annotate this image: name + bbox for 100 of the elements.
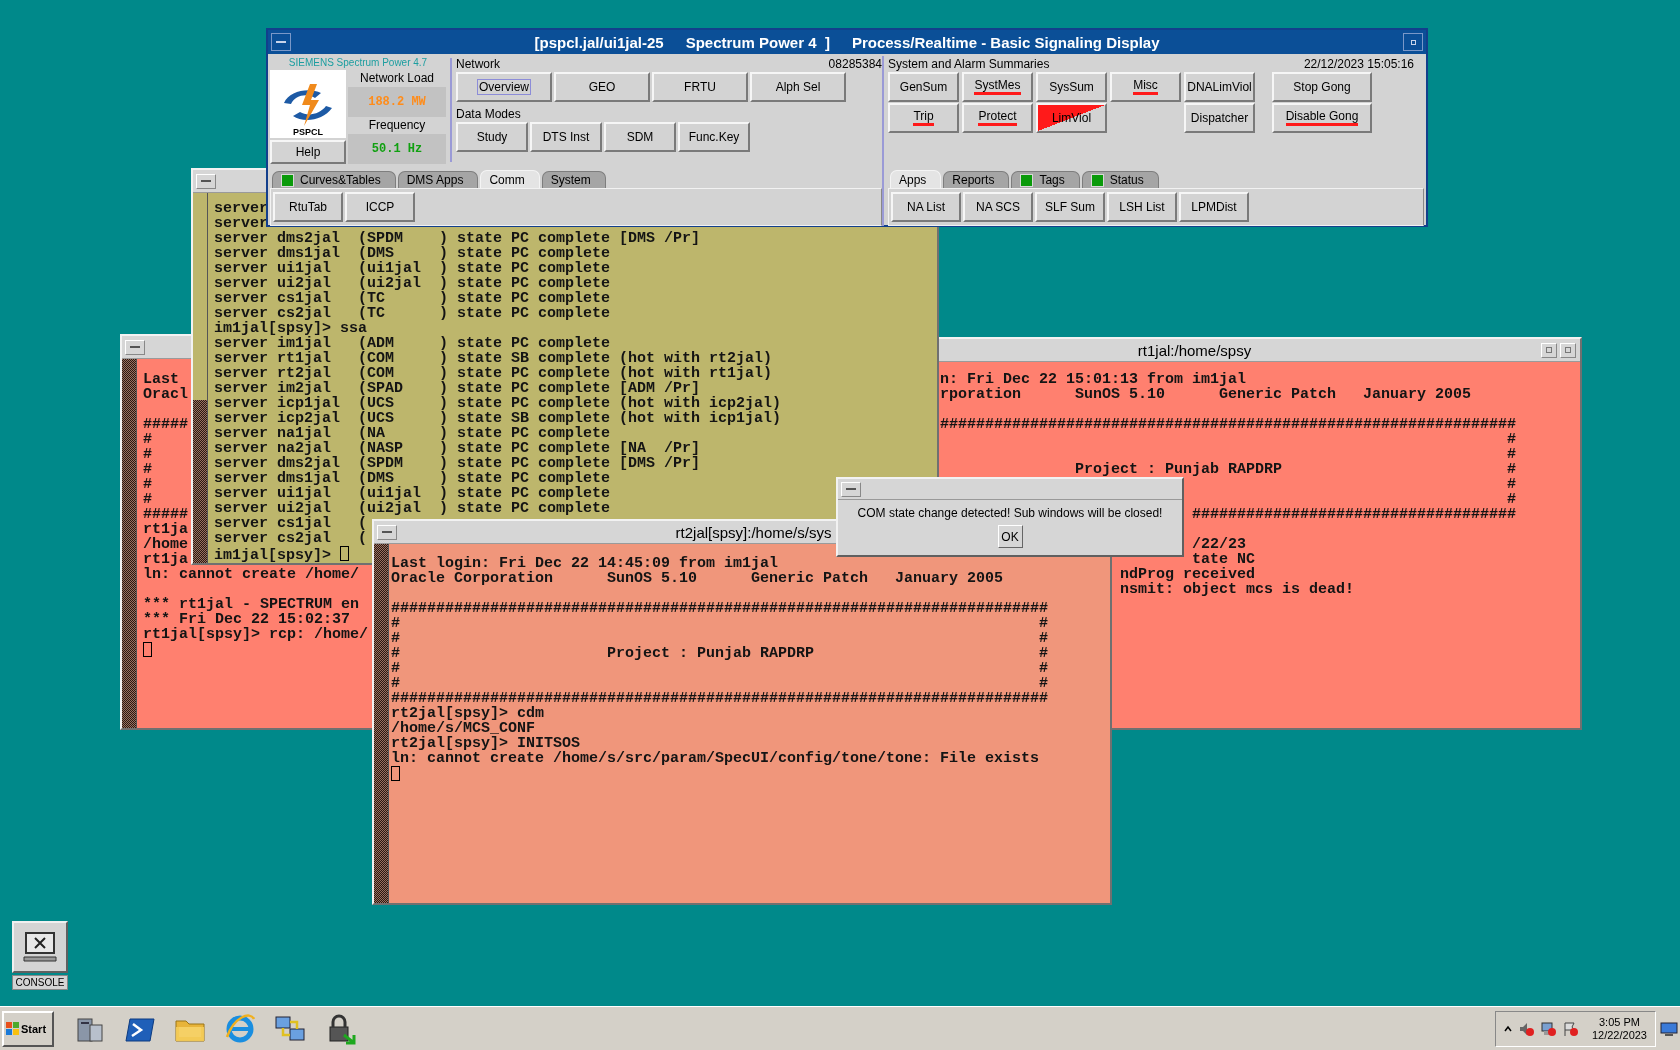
terminal-line: # xyxy=(143,492,152,507)
help-button[interactable]: Help xyxy=(270,140,346,164)
tab[interactable]: Curves&Tables xyxy=(272,171,396,188)
terminal-line: # # xyxy=(391,661,1049,676)
terminal-line: im1jal[spsy]> ssa xyxy=(214,321,368,336)
data-mode-button[interactable]: Func.Key xyxy=(678,122,750,152)
chevron-up-icon[interactable] xyxy=(1503,1024,1512,1033)
start-button[interactable]: Start xyxy=(2,1010,54,1047)
terminal-line: rporation SunOS 5.10 Generic Patch January 2005 xyxy=(940,387,1472,402)
terminal-line: Last xyxy=(143,372,179,387)
terminal-line: # xyxy=(1506,432,1517,447)
terminal-line: server na2jal (NASP ) state PC complete [NA /Pr] xyxy=(214,441,701,456)
terminal-line: ######################################################################### xyxy=(391,691,1049,706)
tab[interactable]: Comm xyxy=(480,170,540,188)
terminal-line: Project : Punjab RAPDRP # xyxy=(1074,462,1517,477)
panel-button[interactable]: LPMDist xyxy=(1179,192,1249,222)
scrollbar[interactable] xyxy=(122,359,137,728)
terminal-line: *** Fri Dec 22 15:02:37 xyxy=(143,612,351,627)
terminal-line: server im1jal (ADM ) state PC complete xyxy=(214,336,611,351)
window-menu-button[interactable] xyxy=(271,33,291,51)
section-label: System and Alarm Summaries xyxy=(888,56,1050,72)
terminal-line: #################################### xyxy=(1192,507,1517,522)
data-mode-button[interactable]: DTS Inst xyxy=(530,122,602,152)
terminal-line: server cs1jal ( xyxy=(214,516,368,531)
alarm-summary-button[interactable]: Trip xyxy=(888,103,959,133)
vendor-label: SIEMENS Spectrum Power 4.7 xyxy=(287,56,429,70)
panel-button[interactable]: SLF Sum xyxy=(1035,192,1105,222)
terminal-line: server icp2jal (UCS ) state SB complete (hot with icp1jal) xyxy=(214,411,782,426)
text-cursor xyxy=(340,546,350,561)
alarm-summary-button[interactable]: Protect xyxy=(962,103,1033,133)
alarm-summary-button[interactable]: SysSum xyxy=(1036,72,1107,102)
window-title: rt1jal:/home/spsy xyxy=(1137,341,1252,359)
flag-error-icon[interactable] xyxy=(1561,1020,1578,1037)
terminal-line: server dms1jal (DMS ) state PC complete xyxy=(214,246,611,261)
terminal-line: ######################################################################### xyxy=(391,601,1049,616)
panel-button[interactable]: ICCP xyxy=(345,192,415,222)
terminal-line: server xyxy=(214,216,268,231)
alarm-summary-button[interactable]: GenSum xyxy=(888,72,959,102)
logo-text: PSPCL xyxy=(293,127,323,137)
show-desktop-icon[interactable] xyxy=(1660,1020,1678,1037)
tab[interactable]: Apps xyxy=(890,170,942,188)
network-button[interactable]: FRTU xyxy=(652,72,748,102)
scrollbar[interactable] xyxy=(374,544,389,903)
terminal-line: /22/23 xyxy=(1192,537,1246,552)
tab[interactable]: Status xyxy=(1081,171,1159,188)
panel-button[interactable]: RtuTab xyxy=(273,192,343,222)
clock[interactable]: 3:05 PM 12/22/2023 xyxy=(1591,1015,1647,1042)
alarm-summary-button[interactable]: Dispatcher xyxy=(1184,103,1255,133)
terminal-line: server ui1jal (ui1jal ) state PC complete xyxy=(214,261,611,276)
ok-button[interactable]: OK xyxy=(997,525,1023,548)
scrollbar[interactable] xyxy=(193,193,208,563)
data-mode-button[interactable]: SDM xyxy=(604,122,676,152)
gong-button[interactable]: Disable Gong xyxy=(1272,103,1372,133)
text-cursor xyxy=(391,766,400,781)
network-button[interactable]: Alph Sel xyxy=(750,72,846,102)
tab[interactable]: Reports xyxy=(943,171,1010,188)
reading-value: 50.1 Hz xyxy=(348,134,446,164)
desktop-shortcut[interactable] xyxy=(12,921,68,973)
terminal-line: im1jal[spsy]> xyxy=(214,548,332,563)
start-flag-icon xyxy=(6,1021,20,1036)
terminal-line: # # xyxy=(391,676,1049,691)
terminal-line: server dms2jal (SPDM ) state PC complete [DMS /Pr] xyxy=(214,456,701,471)
terminal-line: # # xyxy=(391,616,1049,631)
panel-button[interactable]: NA SCS xyxy=(963,192,1033,222)
alarm-summary-button[interactable]: DNALimViol xyxy=(1184,72,1255,102)
alarm-summary-button[interactable]: Misc xyxy=(1110,72,1181,102)
terminal-line: server rt2jal (COM ) state PC complete (hot with rt1jal) xyxy=(214,366,773,381)
terminal-line: Last login: Fri Dec 22 14:45:09 from im1jal xyxy=(391,556,779,571)
terminal-line: server rt1jal (COM ) state SB complete (hot with rt2jal) xyxy=(214,351,773,366)
terminal-line: server cs1jal (TC ) state PC complete xyxy=(214,291,611,306)
terminal-line: # # xyxy=(391,631,1049,646)
panel-button[interactable]: LSH List xyxy=(1107,192,1177,222)
window-control-button[interactable] xyxy=(1403,33,1423,51)
gong-button[interactable]: Stop Gong xyxy=(1272,72,1372,102)
window-title: Spectrum Power 4 ] xyxy=(685,33,830,51)
terminal-line: # xyxy=(143,447,152,462)
window-title: [pspcl.jal/ui1jal-25 xyxy=(534,33,664,51)
window-title: rt2jal[spsy]:/home/s/sys xyxy=(675,523,832,541)
tab[interactable]: DMS Apps xyxy=(397,171,479,188)
terminal-line: server na1jal (NA ) state PC complete xyxy=(214,426,611,441)
terminal-line: tate NC xyxy=(1192,552,1255,567)
network-button[interactable]: GEO xyxy=(554,72,650,102)
terminal-line: server ui2jal (ui2jal ) state PC complete xyxy=(214,501,611,516)
tab[interactable]: Tags xyxy=(1011,171,1080,188)
terminal-line: server icp1jal (UCS ) state PC complete (hot with icp2jal) xyxy=(214,396,782,411)
terminal-line: rt1jal[spsy]> rcp: /home/ xyxy=(143,627,369,642)
terminal-line: /home xyxy=(143,537,188,552)
window-title: Process/Realtime - Basic Signaling Display xyxy=(851,33,1160,51)
terminal-line: # xyxy=(1506,477,1517,492)
panel-button[interactable]: NA List xyxy=(891,192,961,222)
network-button[interactable]: Overview xyxy=(456,72,552,102)
network-error-icon[interactable] xyxy=(1539,1020,1556,1037)
terminal-line: Oracl xyxy=(143,387,188,402)
data-mode-button[interactable]: Study xyxy=(456,122,528,152)
alarm-summary-button[interactable]: SystMes xyxy=(962,72,1033,102)
terminal-line: ################################################################ xyxy=(940,417,1517,432)
section-label: Network xyxy=(456,56,500,72)
tab[interactable]: System xyxy=(541,171,606,188)
section-label: Data Modes xyxy=(456,106,522,122)
terminal-line: server im2jal (SPAD ) state PC complete [ADM /Pr] xyxy=(214,381,701,396)
